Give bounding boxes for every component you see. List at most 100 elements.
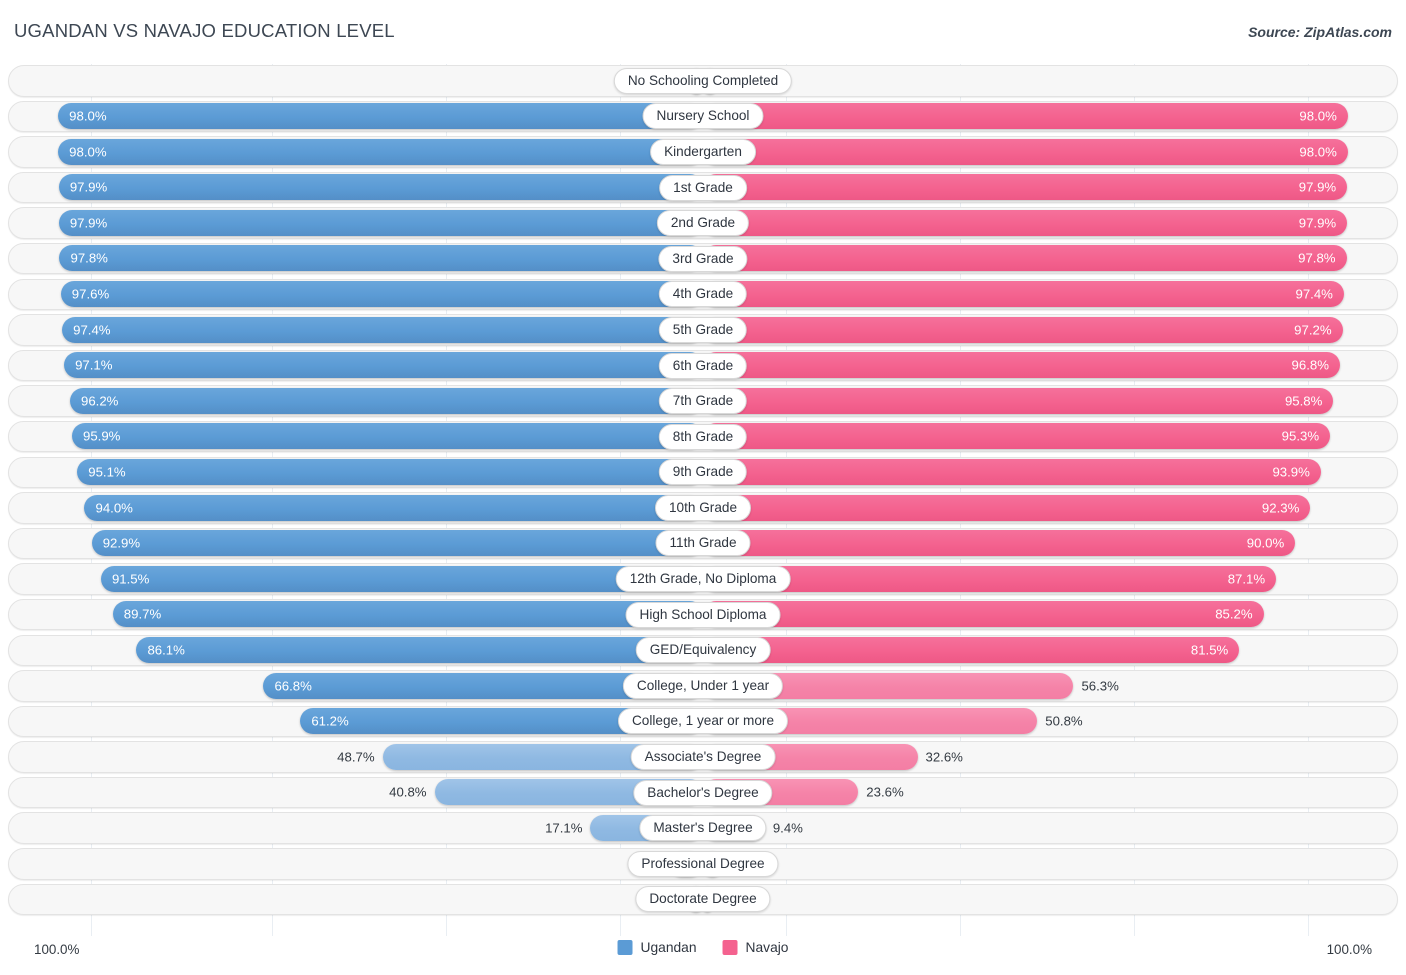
bar-navajo[interactable]: 93.9% <box>703 459 1321 486</box>
bar-value-navajo: 97.2% <box>1294 322 1332 338</box>
chart-row: 61.2% 50.8% College, 1 year or more <box>8 705 1398 739</box>
category-label[interactable]: 10th Grade <box>654 494 752 521</box>
category-label[interactable]: 11th Grade <box>655 530 751 557</box>
chart-root: UGANDAN VS NAVAJO EDUCATION LEVEL Source… <box>0 0 1406 975</box>
category-label[interactable]: GED/Equivalency <box>635 637 771 664</box>
bar-ugandan[interactable]: 92.9% <box>91 530 703 557</box>
bar-value-navajo: 97.9% <box>1298 179 1337 195</box>
bar-value-ugandan: 61.2% <box>311 713 349 729</box>
legend-item-ugandan[interactable]: Ugandan <box>617 940 697 955</box>
chart-row: 97.8% 97.8% 3rd Grade <box>8 242 1398 276</box>
bar-ugandan[interactable]: 86.1% <box>136 637 703 663</box>
chart-row: 97.4% 97.2% 5th Grade <box>8 313 1398 347</box>
bar-navajo[interactable]: 95.8% <box>703 387 1334 414</box>
chart-row: 91.5% 87.1% 12th Grade, No Diploma <box>8 562 1398 596</box>
bar-navajo[interactable]: 98.0% <box>703 103 1348 130</box>
category-label[interactable]: 4th Grade <box>658 281 748 308</box>
bar-value-navajo: 95.3% <box>1281 428 1320 444</box>
axis-max-left: 100.0% <box>34 942 80 957</box>
bar-value-ugandan: 95.1% <box>88 464 126 480</box>
chart-row: 89.7% 85.2% High School Diploma <box>8 598 1398 632</box>
legend-item-navajo[interactable]: Navajo <box>722 940 788 955</box>
bar-ugandan[interactable]: 97.4% <box>62 316 703 343</box>
bar-value-navajo: 23.6% <box>866 784 904 800</box>
chart-row: 97.6% 97.4% 4th Grade <box>8 278 1398 312</box>
chart-row: 95.9% 95.3% 8th Grade <box>8 420 1398 454</box>
bar-value-ugandan: 94.0% <box>95 500 133 516</box>
bar-navajo[interactable]: 97.4% <box>703 281 1344 308</box>
bar-ugandan[interactable]: 96.2% <box>70 387 703 414</box>
category-label[interactable]: High School Diploma <box>625 601 781 628</box>
bar-value-ugandan: 97.1% <box>75 357 113 373</box>
bar-navajo[interactable]: 81.5% <box>703 637 1240 663</box>
category-label[interactable]: Associate's Degree <box>630 744 776 771</box>
category-label[interactable]: 3rd Grade <box>658 245 748 272</box>
chart-row: 17.1% 9.4% Master's Degree <box>8 811 1398 845</box>
legend-label-ugandan: Ugandan <box>640 940 697 955</box>
bar-value-ugandan: 66.8% <box>274 677 312 693</box>
legend-swatch-ugandan <box>617 940 633 955</box>
bar-navajo[interactable]: 97.8% <box>703 245 1347 272</box>
bar-ugandan[interactable]: 91.5% <box>100 565 703 592</box>
category-label[interactable]: 2nd Grade <box>656 210 750 237</box>
bar-value-ugandan: 17.1% <box>545 820 583 836</box>
axis-max-right: 100.0% <box>1326 942 1372 957</box>
bar-value-navajo: 96.8% <box>1291 357 1329 373</box>
category-label[interactable]: 12th Grade, No Diploma <box>615 566 791 593</box>
category-label[interactable]: Master's Degree <box>639 815 767 842</box>
category-label[interactable]: 9th Grade <box>658 459 748 486</box>
chart-row: 2.0%2.1%No Schooling Completed <box>8 64 1398 98</box>
chart-row: 2.2%1.4%Doctorate Degree <box>8 883 1398 917</box>
bar-ugandan[interactable]: 97.1% <box>64 352 703 379</box>
chart-row: 94.0% 92.3% 10th Grade <box>8 491 1398 525</box>
category-label[interactable]: 6th Grade <box>658 352 748 379</box>
chart-header: UGANDAN VS NAVAJO EDUCATION LEVEL Source… <box>0 0 1406 58</box>
bar-ugandan[interactable]: 97.9% <box>58 209 703 236</box>
bar-ugandan[interactable]: 98.0% <box>58 138 703 165</box>
bar-navajo[interactable]: 98.0% <box>703 138 1348 165</box>
bar-value-ugandan: 48.7% <box>337 749 375 765</box>
bar-ugandan[interactable]: 97.9% <box>58 174 703 201</box>
category-label[interactable]: 8th Grade <box>658 423 748 450</box>
bar-ugandan[interactable]: 95.1% <box>77 459 703 486</box>
bar-navajo[interactable]: 96.8% <box>703 352 1340 379</box>
bar-ugandan[interactable]: 89.7% <box>112 601 703 628</box>
category-label[interactable]: No Schooling Completed <box>613 67 793 94</box>
bar-ugandan[interactable]: 95.9% <box>71 423 703 450</box>
category-label[interactable]: College, 1 year or more <box>617 708 789 735</box>
category-label[interactable]: Kindergarten <box>650 138 756 165</box>
category-label[interactable]: Bachelor's Degree <box>633 779 773 806</box>
bar-ugandan[interactable]: 94.0% <box>84 494 703 521</box>
bar-value-navajo: 95.8% <box>1284 393 1323 409</box>
category-label[interactable]: College, Under 1 year <box>622 672 784 699</box>
chart-row: 40.8% 23.6% Bachelor's Degree <box>8 776 1398 810</box>
category-label[interactable]: Professional Degree <box>627 850 779 877</box>
bar-ugandan[interactable]: 98.0% <box>58 103 703 130</box>
chart-row: 97.9% 97.9% 1st Grade <box>8 171 1398 205</box>
bar-value-navajo: 92.3% <box>1261 500 1300 516</box>
bar-navajo[interactable]: 97.2% <box>703 316 1343 343</box>
bar-value-ugandan: 91.5% <box>111 571 150 587</box>
bar-value-navajo: 97.8% <box>1298 250 1336 266</box>
bar-value-ugandan: 97.9% <box>69 215 108 231</box>
chart-row: 92.9% 90.0% 11th Grade <box>8 527 1398 561</box>
category-label[interactable]: 5th Grade <box>658 316 748 343</box>
category-label[interactable]: 7th Grade <box>658 388 748 415</box>
bar-navajo[interactable]: 92.3% <box>703 494 1311 521</box>
category-label[interactable]: Nursery School <box>642 103 764 130</box>
bar-navajo[interactable]: 97.9% <box>703 209 1348 236</box>
category-label[interactable]: 1st Grade <box>659 174 747 201</box>
bar-value-ugandan: 98.0% <box>69 108 107 124</box>
bar-ugandan[interactable]: 97.6% <box>60 281 703 308</box>
chart-row: 98.0% 98.0% Kindergarten <box>8 135 1398 169</box>
bar-value-navajo: 85.2% <box>1215 606 1253 622</box>
bar-navajo[interactable]: 95.3% <box>703 423 1331 450</box>
bar-navajo[interactable]: 85.2% <box>703 601 1264 628</box>
chart-legend: Ugandan Navajo <box>617 940 788 955</box>
bar-ugandan[interactable]: 97.8% <box>59 245 703 272</box>
bar-navajo[interactable]: 90.0% <box>703 530 1296 557</box>
bar-value-ugandan: 97.8% <box>70 250 108 266</box>
bar-navajo[interactable]: 97.9% <box>703 174 1348 201</box>
category-label[interactable]: Doctorate Degree <box>635 886 771 913</box>
chart-row: 86.1% 81.5% GED/Equivalency <box>8 634 1398 668</box>
